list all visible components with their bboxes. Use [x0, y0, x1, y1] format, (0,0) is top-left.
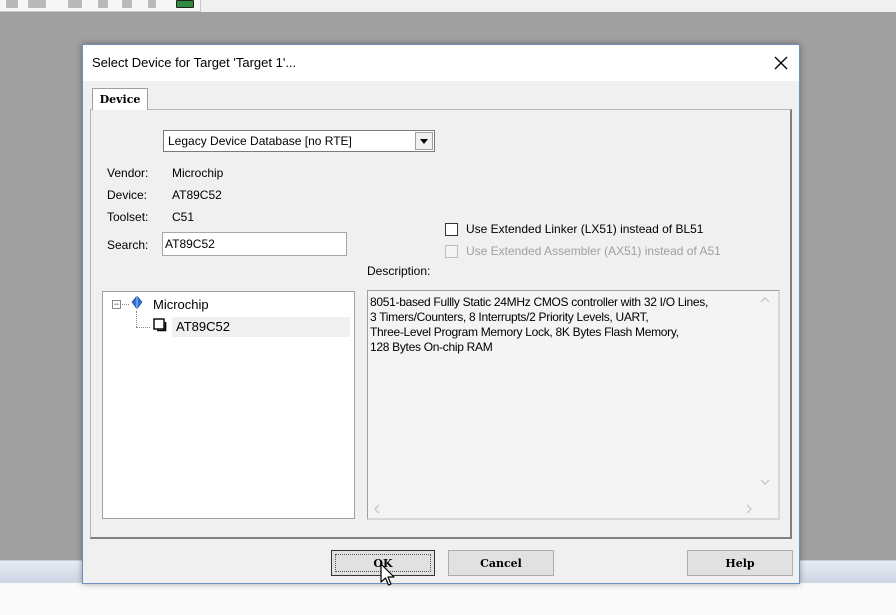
chip-icon	[153, 318, 167, 332]
select-device-dialog: Select Device for Target 'Target 1'... D…	[82, 44, 800, 584]
cancel-button[interactable]: Cancel	[448, 550, 554, 576]
cancel-button-label: Cancel	[480, 556, 522, 570]
search-input[interactable]	[162, 232, 347, 256]
description-line: Three-Level Program Memory Lock, 8K Byte…	[370, 325, 679, 339]
database-select[interactable]: Legacy Device Database [no RTE]	[163, 130, 435, 152]
mouse-cursor-icon	[380, 563, 395, 586]
toolbar-icon-6[interactable]	[148, 0, 156, 8]
toolbar-icon-green[interactable]	[176, 0, 194, 8]
database-select-dropdown-button[interactable]	[415, 132, 433, 150]
tab-device[interactable]: Device	[92, 88, 148, 110]
device-tree[interactable]: − Microchip AT89C52	[102, 291, 355, 519]
ide-toolbar	[0, 0, 201, 12]
vendor-icon	[131, 296, 143, 310]
dialog-titlebar: Select Device for Target 'Target 1'...	[83, 45, 799, 81]
close-icon	[774, 56, 788, 70]
toolbar-icon-5[interactable]	[122, 0, 132, 8]
toolbar-icon-4[interactable]	[98, 0, 108, 8]
scroll-up-icon[interactable]	[760, 297, 770, 303]
vendor-label: Vendor:	[107, 166, 149, 180]
toolbar-icon-2[interactable]	[28, 0, 46, 8]
description-line: 3 Timers/Counters, 8 Interrupts/2 Priori…	[370, 310, 649, 324]
tree-device-at89c52[interactable]: AT89C52	[172, 317, 350, 337]
vendor-value: Microchip	[172, 166, 224, 180]
scroll-right-icon[interactable]	[746, 504, 752, 514]
description-label: Description:	[367, 264, 431, 278]
tree-vendor-microchip[interactable]: Microchip	[153, 297, 209, 312]
extended-assembler-checkbox	[445, 244, 458, 258]
extended-linker-option[interactable]: Use Extended Linker (LX51) instead of BL…	[445, 220, 703, 238]
description-line: 128 Bytes On-chip RAM	[370, 340, 493, 354]
help-button-label: Help	[725, 556, 755, 570]
database-select-value: Legacy Device Database [no RTE]	[168, 134, 352, 148]
tree-connector	[136, 311, 137, 327]
search-label: Search:	[107, 238, 149, 252]
tree-connector	[136, 327, 150, 328]
extended-assembler-label: Use Extended Assembler (AX51) instead of…	[466, 244, 721, 258]
help-button[interactable]: Help	[687, 550, 793, 576]
extended-linker-checkbox[interactable]	[445, 222, 458, 236]
toolset-value: C51	[172, 210, 195, 224]
toolbar-icon-1[interactable]	[6, 0, 18, 8]
close-button[interactable]	[763, 45, 799, 81]
device-value: AT89C52	[172, 188, 222, 202]
scroll-left-icon[interactable]	[374, 504, 380, 514]
tree-collapse-toggle[interactable]: −	[112, 300, 121, 309]
extended-assembler-option: Use Extended Assembler (AX51) instead of…	[445, 242, 721, 260]
chevron-down-icon	[420, 138, 428, 144]
ide-background	[802, 12, 896, 557]
tree-connector	[122, 304, 129, 305]
device-label: Device:	[107, 188, 148, 202]
toolbar-icon-3[interactable]	[68, 0, 82, 8]
dialog-title: Select Device for Target 'Target 1'...	[92, 55, 297, 70]
extended-linker-label: Use Extended Linker (LX51) instead of BL…	[466, 222, 704, 236]
ide-bottom-area	[0, 583, 896, 615]
description-line: 8051-based Fullly Static 24MHz CMOS cont…	[370, 295, 708, 309]
description-box[interactable]: 8051-based Fullly Static 24MHz CMOS cont…	[367, 290, 780, 520]
description-text: 8051-based Fullly Static 24MHz CMOS cont…	[370, 295, 755, 355]
toolset-label: Toolset:	[107, 210, 149, 224]
scroll-down-icon[interactable]	[760, 479, 770, 485]
